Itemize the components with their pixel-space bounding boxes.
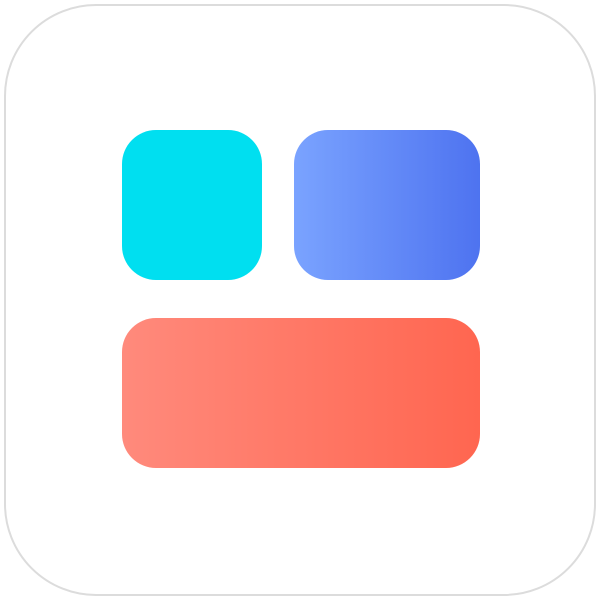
bottom-wide-tile-shape <box>122 318 480 468</box>
top-right-tile-shape <box>294 130 480 280</box>
top-left-tile-shape <box>122 130 262 280</box>
app-icon[interactable] <box>4 4 596 596</box>
